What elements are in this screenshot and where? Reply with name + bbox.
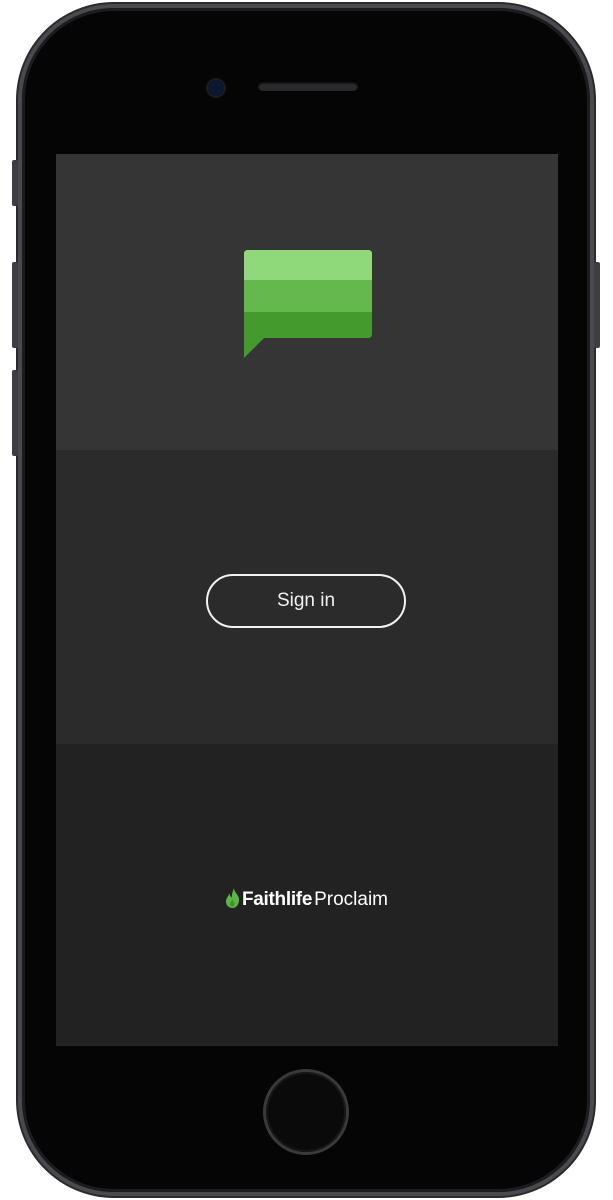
header-section [56,154,558,450]
front-camera [208,80,224,96]
phone-frame: Sign in Faithlife Proclaim [12,8,600,1192]
sign-in-button[interactable]: Sign in [206,574,406,628]
login-section: Sign in [56,450,558,744]
flame-icon [225,888,240,908]
brand-faithlife: Faithlife [241,889,313,910]
earpiece-speaker [258,82,358,91]
footer-section: Faithlife Proclaim [56,744,558,1046]
faithlife-proclaim-logo: Faithlife Proclaim [56,888,558,911]
app-screen: Sign in Faithlife Proclaim [56,154,558,1046]
mute-switch [12,160,18,206]
volume-up-button [12,262,18,348]
volume-down-button [12,370,18,456]
power-button [594,262,600,348]
home-button[interactable] [266,1072,346,1152]
chat-bubble-icon [244,250,372,358]
brand-proclaim: Proclaim [314,889,389,910]
